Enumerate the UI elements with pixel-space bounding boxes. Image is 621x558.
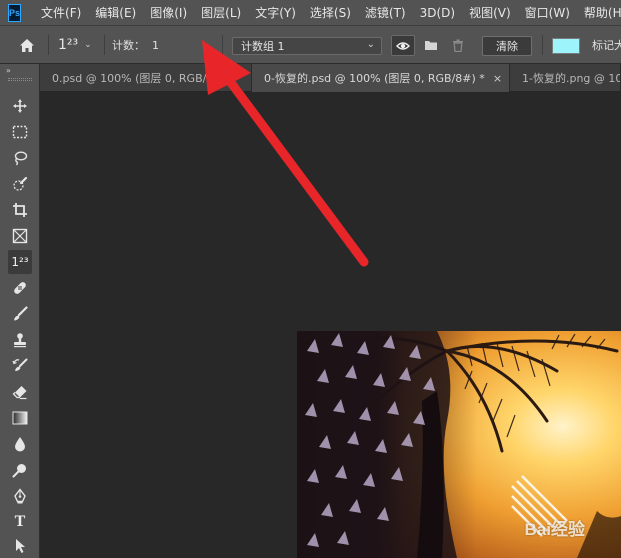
count-value: 1 <box>152 38 159 52</box>
gradient-tool-icon <box>12 411 28 425</box>
pen-tool-icon <box>14 488 26 504</box>
crop-tool-icon <box>13 203 27 217</box>
eye-icon <box>396 41 410 50</box>
count-group-select-value: 计数组 1 <box>241 40 285 53</box>
crop-tool-button[interactable] <box>8 198 32 222</box>
home-icon <box>20 38 34 52</box>
options-divider <box>222 35 223 55</box>
count-tool-preset-icon: 1²³ <box>58 37 79 53</box>
close-tab-icon[interactable]: × <box>493 72 502 85</box>
menu-3d[interactable]: 3D(D) <box>420 6 455 20</box>
document-tab-title: 0-恢复的.psd @ 100% (图层 0, RGB/8#) * <box>264 72 485 85</box>
marquee-tool-button[interactable] <box>8 120 32 144</box>
watermark-text: Bai经验 <box>524 520 585 539</box>
document-tab-title: 1-恢复的.png @ 100% <box>522 72 620 85</box>
blur-tool-icon <box>15 437 25 452</box>
menu-bar: Ps 文件(F) 编辑(E) 图像(I) 图层(L) 文字(Y) 选择(S) 滤… <box>0 0 621 26</box>
clone-stamp-tool-button[interactable] <box>8 328 32 352</box>
photoshop-logo-icon: Ps <box>8 3 22 22</box>
tools-panel: » 1²³ T <box>0 64 40 558</box>
menu-help[interactable]: 帮助(H) <box>584 4 621 21</box>
home-button[interactable] <box>14 26 40 64</box>
document-tab-title: 0.psd @ 100% (图层 0, RGB/8#) <box>52 72 227 85</box>
menu-edit[interactable]: 编辑(E) <box>95 4 136 21</box>
quick-selection-tool-icon <box>13 176 28 191</box>
move-tool-button[interactable] <box>8 94 32 118</box>
path-selection-tool-icon <box>16 539 25 553</box>
canvas-workspace[interactable]: Bai经验 <box>41 93 621 558</box>
document-tab-0-psd[interactable]: 0.psd @ 100% (图层 0, RGB/8#) <box>40 64 252 92</box>
document-image[interactable]: Bai经验 <box>297 331 621 558</box>
collapse-toolbar-icon[interactable]: » <box>6 66 11 75</box>
eraser-tool-icon <box>12 386 27 400</box>
document-tab-bar: 0.psd @ 100% (图层 0, RGB/8#) 0-恢复的.psd @ … <box>40 64 621 92</box>
blur-tool-button[interactable] <box>8 432 32 456</box>
history-brush-tool-button[interactable] <box>8 354 32 378</box>
pen-tool-button[interactable] <box>8 484 32 508</box>
tool-preset-picker[interactable]: 1²³ ⌄ <box>58 26 92 64</box>
frame-tool-button[interactable] <box>8 224 32 248</box>
menu-filter[interactable]: 滤镜(T) <box>365 4 406 21</box>
dodge-tool-button[interactable] <box>8 458 32 482</box>
brush-tool-button[interactable] <box>8 302 32 326</box>
count-group-select[interactable]: 计数组 1 ⌄ <box>232 37 382 55</box>
marker-size-label: 标记大小 <box>592 39 621 52</box>
options-bar: 1²³ ⌄ 计数： 1 计数组 1 ⌄ 清除 标记大小 <box>0 26 621 64</box>
count-label: 计数： <box>112 39 145 52</box>
gradient-tool-button[interactable] <box>8 406 32 430</box>
healing-brush-tool-icon <box>14 282 26 294</box>
move-tool-icon <box>13 99 27 113</box>
menu-file[interactable]: 文件(F) <box>41 4 81 21</box>
quick-selection-tool-button[interactable] <box>8 172 32 196</box>
marquee-tool-icon <box>12 125 28 139</box>
folder-icon <box>425 40 437 50</box>
trash-icon <box>453 39 463 52</box>
document-tab-1-recovered-png[interactable]: 1-恢复的.png @ 100% <box>510 64 621 92</box>
lasso-tool-icon <box>14 151 28 166</box>
document-tab-0-recovered-psd[interactable]: 0-恢复的.psd @ 100% (图层 0, RGB/8#) * × <box>252 64 510 92</box>
chevron-down-icon: ⌄ <box>84 40 92 50</box>
options-divider <box>48 35 49 55</box>
toggle-count-group-visibility-button[interactable] <box>391 35 415 56</box>
frame-tool-icon <box>12 228 28 244</box>
menu-window[interactable]: 窗口(W) <box>525 4 570 21</box>
type-tool-button[interactable]: T <box>8 510 32 534</box>
toolbar-grip[interactable] <box>8 78 32 81</box>
brush-tool-icon <box>14 306 28 321</box>
delete-count-group-button[interactable] <box>452 26 464 64</box>
eraser-tool-button[interactable] <box>8 380 32 404</box>
lasso-tool-button[interactable] <box>8 146 32 170</box>
count-tool-button[interactable]: 1²³ <box>8 250 32 274</box>
dodge-tool-icon <box>12 464 26 478</box>
count-tool-icon: 1²³ <box>11 255 29 269</box>
options-divider <box>542 35 543 55</box>
chevron-down-icon: ⌄ <box>366 39 375 50</box>
photoshop-window: Ps 文件(F) 编辑(E) 图像(I) 图层(L) 文字(Y) 选择(S) 滤… <box>0 0 621 558</box>
path-selection-tool-button[interactable] <box>8 534 32 558</box>
clone-stamp-tool-icon <box>14 333 26 348</box>
menu-layer[interactable]: 图层(L) <box>201 4 241 21</box>
menu-image[interactable]: 图像(I) <box>150 4 187 21</box>
count-color-swatch[interactable] <box>552 38 580 54</box>
menu-type[interactable]: 文字(Y) <box>255 4 296 21</box>
options-divider <box>104 35 105 55</box>
healing-brush-tool-button[interactable] <box>8 276 32 300</box>
new-count-group-button[interactable] <box>424 26 438 64</box>
type-tool-icon: T <box>14 513 26 530</box>
menu-view[interactable]: 视图(V) <box>469 4 511 21</box>
clear-button[interactable]: 清除 <box>482 36 532 56</box>
history-brush-tool-icon <box>12 358 28 371</box>
menu-select[interactable]: 选择(S) <box>310 4 351 21</box>
